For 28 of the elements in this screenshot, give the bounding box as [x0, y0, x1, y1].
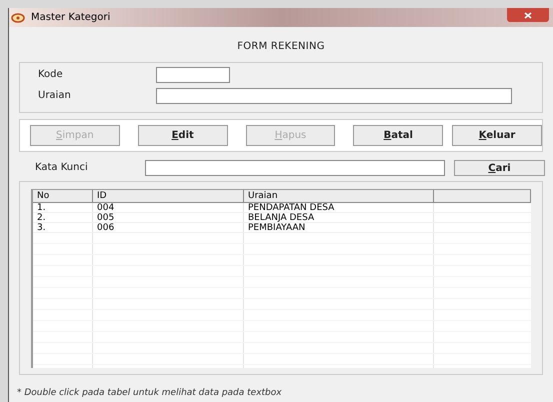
form-title: FORM REKENING	[237, 40, 325, 54]
table-cell: PEMBIAYAAN	[244, 223, 434, 232]
text-field[interactable]	[156, 67, 230, 83]
text-field[interactable]	[156, 88, 512, 104]
table-cell: 006	[93, 223, 244, 232]
field-label: Kata Kunci	[35, 161, 89, 175]
action-button[interactable]: Keluar	[452, 125, 542, 146]
table-cell: 3.	[33, 223, 93, 232]
table-cell: 005	[93, 213, 244, 222]
table-cell: 2.	[33, 213, 93, 222]
window-title: Master Kategori	[31, 11, 110, 25]
table-cell: BELANJA DESA	[244, 213, 434, 222]
footnote: * Double click pada tabel untuk melihat data pada textbox	[17, 388, 282, 398]
field-label: Uraian	[38, 89, 72, 103]
close-button[interactable]	[507, 8, 549, 22]
table-cell: PENDAPATAN DESA	[244, 203, 434, 212]
column-header[interactable]: No	[33, 190, 93, 202]
app-icon	[11, 12, 25, 22]
field-label: Kode	[38, 68, 64, 82]
column-header[interactable]: ID	[93, 190, 244, 202]
table-cell: 1.	[33, 203, 93, 212]
table-cell: 004	[93, 203, 244, 212]
close-icon	[524, 12, 532, 18]
column-header[interactable]: Uraian	[244, 190, 434, 202]
action-button[interactable]: Edit	[138, 125, 228, 146]
action-button[interactable]: Batal	[353, 125, 444, 146]
search-field[interactable]	[145, 160, 445, 176]
search-button[interactable]: Cari	[454, 160, 545, 176]
